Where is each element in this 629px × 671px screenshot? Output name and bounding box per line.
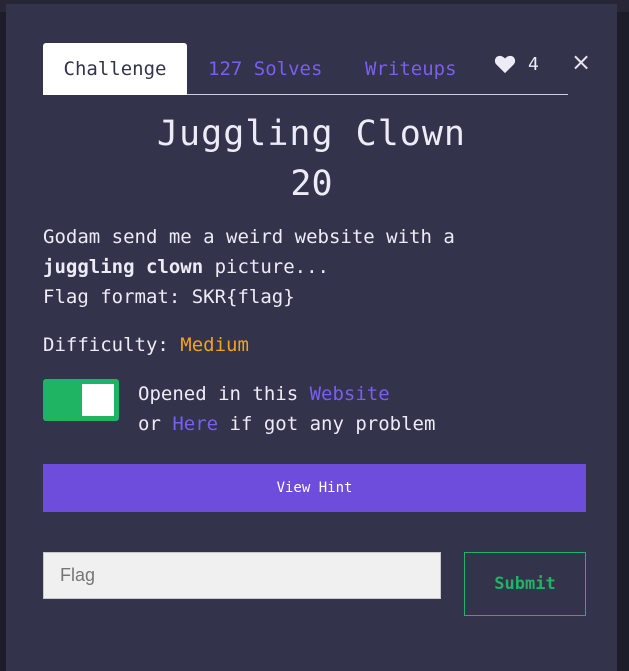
challenge-modal: × Challenge 127 Solves Writeups 4 Juggli… bbox=[6, 4, 617, 671]
challenge-title: Juggling Clown bbox=[156, 114, 466, 154]
or-text: or bbox=[138, 413, 173, 435]
difficulty: Difficulty: Medium bbox=[43, 330, 249, 360]
opened-suffix: if got any problem bbox=[218, 413, 436, 435]
opened-prefix: Opened in this bbox=[138, 383, 310, 405]
like-button[interactable]: 4 bbox=[494, 52, 539, 76]
view-hint-button[interactable]: View Hint bbox=[43, 464, 586, 512]
opened-line: Opened in this Website bbox=[138, 379, 435, 409]
tab-challenge[interactable]: Challenge bbox=[43, 43, 187, 95]
description-line: juggling clown picture... bbox=[43, 252, 583, 282]
difficulty-label: Difficulty: bbox=[43, 334, 169, 356]
description-text: picture... bbox=[203, 256, 329, 278]
flag-input[interactable] bbox=[43, 552, 441, 599]
submit-button[interactable]: Submit bbox=[464, 552, 586, 616]
heart-icon bbox=[494, 55, 516, 74]
opened-info: Opened in this Website or Here if got an… bbox=[138, 379, 435, 439]
challenge-description: Godam send me a weird website with a jug… bbox=[43, 222, 583, 312]
close-icon[interactable]: × bbox=[568, 49, 594, 75]
tab-writeups[interactable]: Writeups bbox=[365, 43, 457, 95]
like-count: 4 bbox=[528, 53, 539, 75]
opened-line: or Here if got any problem bbox=[138, 409, 435, 439]
instance-toggle[interactable] bbox=[43, 379, 119, 421]
flag-format: Flag format: SKR{flag} bbox=[43, 286, 295, 308]
description-line: Godam send me a weird website with a bbox=[43, 226, 455, 248]
difficulty-value: Medium bbox=[180, 334, 249, 356]
here-link[interactable]: Here bbox=[172, 413, 218, 435]
description-bold: juggling clown bbox=[43, 256, 204, 278]
website-link[interactable]: Website bbox=[310, 383, 390, 405]
tab-bar: Challenge 127 Solves Writeups bbox=[43, 43, 568, 95]
challenge-points: 20 bbox=[290, 164, 333, 204]
tab-solves[interactable]: 127 Solves bbox=[208, 43, 322, 95]
toggle-knob bbox=[82, 384, 114, 416]
